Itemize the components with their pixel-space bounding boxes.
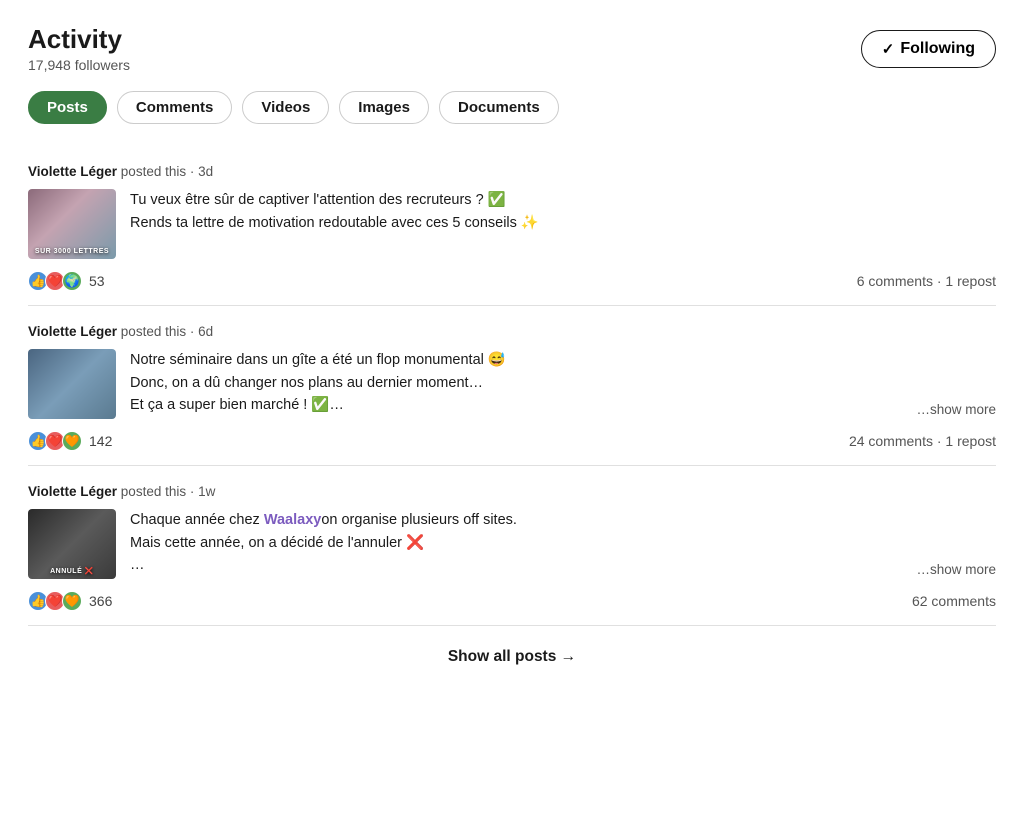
show-more-link[interactable]: …show more [912, 562, 996, 577]
show-all-button[interactable]: Show all posts → [448, 648, 576, 666]
activity-header: Activity 17,948 followers ✓ Following [28, 24, 996, 73]
thumb-overlay: SUR 3000 LETTRES [28, 189, 116, 259]
reaction-icons: 👍❤️🧡 [28, 431, 79, 451]
post-thumbnail: ANNULÉ ❌ [28, 509, 116, 579]
post-stats: 6 comments · 1 repost [857, 273, 996, 289]
post-text-area: Chaque année chez Waalaxyon organise plu… [130, 509, 996, 576]
post-footer: 👍❤️🧡 366 62 comments [28, 591, 996, 611]
post-content-row: ANNULÉ ❌ Chaque année chez Waalaxyon orga… [28, 509, 996, 579]
reaction-emoji: 🧡 [62, 431, 82, 451]
post-text-line: Tu veux être sûr de captiver l'attention… [130, 192, 506, 208]
post-footer: 👍❤️🧡 142 24 comments · 1 repost [28, 431, 996, 451]
reaction-icons: 👍❤️🌍 [28, 271, 79, 291]
post-author: Violette Léger [28, 324, 117, 339]
following-button[interactable]: ✓ Following [861, 30, 996, 68]
check-icon: ✓ [882, 40, 895, 58]
post-action: posted this · 3d [121, 164, 213, 179]
post-stats: 62 comments [912, 593, 996, 609]
page-title: Activity [28, 24, 130, 55]
tab-videos[interactable]: Videos [242, 91, 329, 124]
post-text-line: Donc, on a dû changer nos plans au derni… [130, 375, 483, 391]
reaction-count: 366 [89, 593, 112, 609]
reaction-emoji: 🧡 [62, 591, 82, 611]
tab-comments[interactable]: Comments [117, 91, 233, 124]
tab-documents[interactable]: Documents [439, 91, 559, 124]
post-meta: Violette Léger posted this · 6d [28, 324, 996, 339]
post-text: Chaque année chez Waalaxyon organise plu… [130, 509, 996, 576]
post-text-line: Et ça a super bien marché ! ✅… [130, 397, 344, 413]
post-text-area: Tu veux être sûr de captiver l'attention… [130, 189, 996, 234]
post-content-row: Notre séminaire dans un gîte a été un fl… [28, 349, 996, 419]
post-meta: Violette Léger posted this · 1w [28, 484, 996, 499]
thumb-label: ANNULÉ ❌ [50, 568, 94, 576]
tab-images[interactable]: Images [339, 91, 429, 124]
reaction-count: 142 [89, 433, 112, 449]
post-item: Violette Léger posted this · 1w ANNULÉ ❌ C… [28, 466, 996, 626]
post-stats: 24 comments · 1 repost [849, 433, 996, 449]
post-author: Violette Léger [28, 484, 117, 499]
thumb-label: SUR 3000 LETTRES [35, 248, 109, 256]
post-text-line: Rends ta lettre de motivation redoutable… [130, 215, 539, 231]
followers-count: 17,948 followers [28, 57, 130, 73]
show-more-link[interactable]: …show more [912, 402, 996, 417]
reaction-emoji: 🌍 [62, 271, 82, 291]
post-text: Notre séminaire dans un gîte a été un fl… [130, 349, 996, 416]
post-text-line: Chaque année chez Waalaxyon organise plu… [130, 512, 517, 573]
post-text-line: Notre séminaire dans un gîte a été un fl… [130, 352, 506, 368]
post-action: posted this · 1w [121, 484, 216, 499]
post-content-row: SUR 3000 LETTRES Tu veux être sûr de capt… [28, 189, 996, 259]
post-author: Violette Léger [28, 164, 117, 179]
thumb-overlay: ANNULÉ ❌ [28, 509, 116, 579]
reaction-count: 53 [89, 273, 105, 289]
post-reactions: 👍❤️🧡 366 [28, 591, 112, 611]
show-all-row: Show all posts → [28, 626, 996, 674]
post-text: Tu veux être sûr de captiver l'attention… [130, 189, 996, 234]
reaction-icons: 👍❤️🧡 [28, 591, 79, 611]
post-item: Violette Léger posted this · 3d SUR 3000 … [28, 146, 996, 306]
post-footer: 👍❤️🌍 53 6 comments · 1 repost [28, 271, 996, 291]
post-action: posted this · 6d [121, 324, 213, 339]
title-block: Activity 17,948 followers [28, 24, 130, 73]
post-thumbnail [28, 349, 116, 419]
post-meta: Violette Léger posted this · 3d [28, 164, 996, 179]
post-item: Violette Léger posted this · 6d Notre sém… [28, 306, 996, 466]
post-thumbnail: SUR 3000 LETTRES [28, 189, 116, 259]
tabs-row: Posts Comments Videos Images Documents [28, 91, 996, 124]
post-reactions: 👍❤️🧡 142 [28, 431, 112, 451]
post-reactions: 👍❤️🌍 53 [28, 271, 105, 291]
tab-posts[interactable]: Posts [28, 91, 107, 124]
waalaxy-link[interactable]: Waalaxy [264, 512, 322, 528]
post-text-area: Notre séminaire dans un gîte a été un fl… [130, 349, 996, 416]
